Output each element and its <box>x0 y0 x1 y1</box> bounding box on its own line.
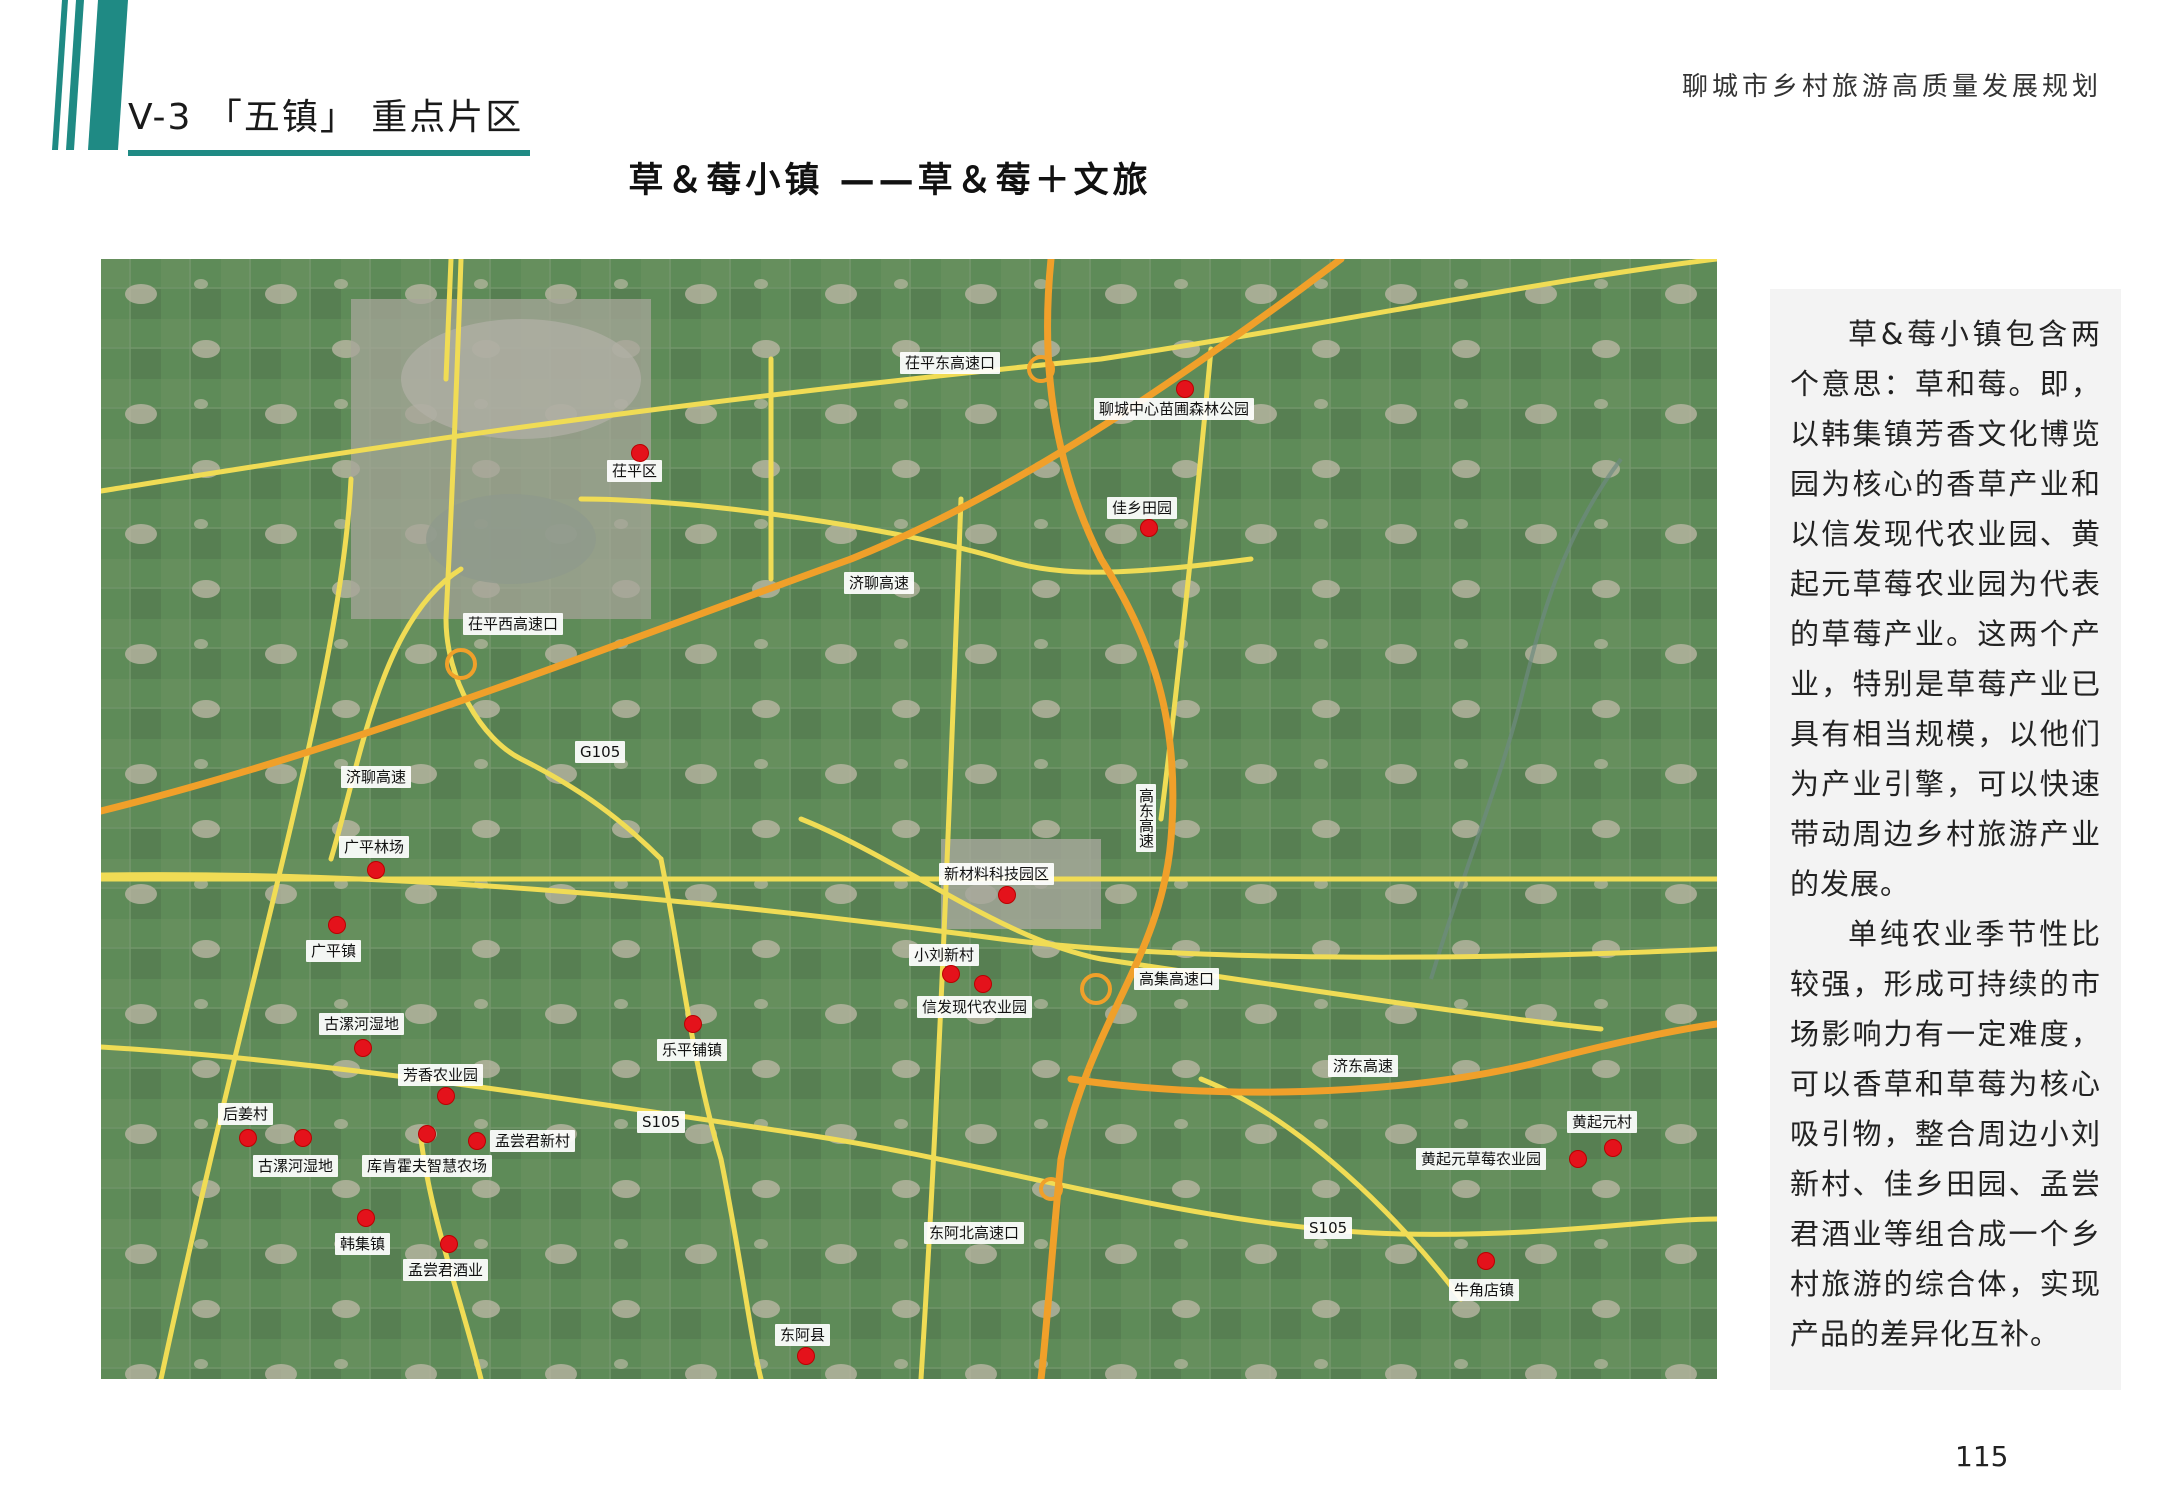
location-marker[interactable] <box>1176 380 1194 398</box>
location-marker[interactable] <box>1604 1139 1622 1157</box>
place-label: 黄起元村 <box>1567 1111 1638 1133</box>
location-marker[interactable] <box>942 965 960 983</box>
place-label: 孟尝君酒业 <box>403 1259 489 1281</box>
location-marker[interactable] <box>239 1129 257 1147</box>
location-marker[interactable] <box>354 1039 372 1057</box>
location-marker[interactable] <box>684 1015 702 1033</box>
place-label: 小刘新村 <box>909 944 980 966</box>
place-label: 广平林场 <box>339 836 410 858</box>
header-stripes-decoration <box>52 0 128 150</box>
road-label: 东阿北高速口 <box>924 1222 1025 1244</box>
place-label: 芳香农业园 <box>398 1064 484 1086</box>
location-marker[interactable] <box>437 1087 455 1105</box>
road-label: 济聊高速 <box>844 572 915 594</box>
road-label: 高东高速 <box>1136 784 1156 852</box>
location-marker[interactable] <box>357 1209 375 1227</box>
map-title: 草＆莓小镇 ——草＆莓＋文旅 <box>628 161 1152 201</box>
place-label: 东阿县 <box>775 1324 831 1346</box>
location-marker[interactable] <box>440 1235 458 1253</box>
location-marker[interactable] <box>1569 1150 1587 1168</box>
location-marker[interactable] <box>294 1129 312 1147</box>
location-marker[interactable] <box>1140 519 1158 537</box>
location-marker[interactable] <box>328 916 346 934</box>
location-marker[interactable] <box>367 861 385 879</box>
road-label: S105 <box>1304 1217 1353 1239</box>
map-base-layer <box>101 259 1717 1379</box>
satellite-map[interactable]: 茌平东高速口 聊城中心苗圃森林公园 茌平区 佳乡田园 济聊高速 茌平西高速口 G… <box>101 259 1717 1379</box>
description-panel: 草&莓小镇包含两个意思：草和莓。即，以韩集镇芳香文化博览园为核心的香草产业和以信… <box>1770 289 2121 1390</box>
document-title: 聊城市乡村旅游高质量发展规划 <box>1681 72 2102 102</box>
location-marker[interactable] <box>468 1132 486 1150</box>
place-label: 牛角店镇 <box>1449 1279 1520 1301</box>
description-paragraph-2: 单纯农业季节性比较强，形成可持续的市场影响力有一定难度，可以香草和草莓为核心吸引… <box>1790 917 2101 1351</box>
section-title: V-3 「五镇」 重点片区 <box>128 97 524 138</box>
place-label: 聊城中心苗圃森林公园 <box>1094 398 1255 420</box>
place-label: 库肯霍夫智慧农场 <box>362 1155 493 1177</box>
place-label: 广平镇 <box>306 940 362 962</box>
description-paragraph-1: 草&莓小镇包含两个意思：草和莓。即，以韩集镇芳香文化博览园为核心的香草产业和以信… <box>1790 317 2101 901</box>
road-label: 茌平西高速口 <box>463 613 564 635</box>
place-label: 古漯河湿地 <box>319 1013 405 1035</box>
location-marker[interactable] <box>797 1347 815 1365</box>
place-label: 佳乡田园 <box>1107 497 1178 519</box>
place-label: 孟尝君新村 <box>490 1130 576 1152</box>
location-marker[interactable] <box>974 975 992 993</box>
place-label: 信发现代农业园 <box>917 996 1033 1018</box>
place-label: 黄起元草莓农业园 <box>1416 1148 1547 1170</box>
place-label: 茌平区 <box>607 460 663 482</box>
place-label: 后姜村 <box>218 1103 274 1125</box>
location-marker[interactable] <box>631 444 649 462</box>
road-label: S105 <box>637 1111 686 1133</box>
place-label: 韩集镇 <box>335 1233 391 1255</box>
road-label: G105 <box>575 741 626 763</box>
location-marker[interactable] <box>418 1125 436 1143</box>
page-number: 115 <box>1955 1440 2009 1473</box>
location-marker[interactable] <box>998 886 1016 904</box>
location-marker[interactable] <box>1477 1252 1495 1270</box>
road-label: 济聊高速 <box>341 766 412 788</box>
road-label: 济东高速 <box>1328 1055 1399 1077</box>
place-label: 乐平铺镇 <box>657 1039 728 1061</box>
road-label: 高集高速口 <box>1134 968 1220 990</box>
place-label: 新材料科技园区 <box>939 863 1055 885</box>
place-label: 古漯河湿地 <box>253 1155 339 1177</box>
place-label: 茌平东高速口 <box>900 352 1001 374</box>
